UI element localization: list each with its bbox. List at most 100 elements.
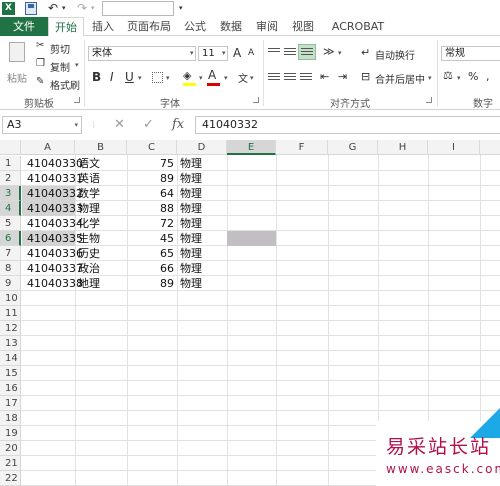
cell-c8[interactable]: 66 [127,261,174,276]
row-header-5[interactable]: 5 [0,216,21,231]
name-box[interactable]: A3 ▾ [2,116,82,134]
clipboard-launcher-icon[interactable] [74,97,80,103]
cell-a4[interactable]: 41040333 [27,201,83,216]
accounting-format-icon[interactable]: ⚖ [443,69,453,82]
phonetic-dropdown-icon[interactable]: ▾ [250,74,254,82]
cell-d7[interactable]: 物理 [180,246,225,261]
column-header-f[interactable]: F [276,140,328,155]
cell-d8[interactable]: 物理 [180,261,225,276]
column-header-d[interactable]: D [177,140,227,155]
cell-d1[interactable]: 物理 [180,156,225,171]
cell-c5[interactable]: 72 [127,216,174,231]
redo-icon[interactable]: ↷ [77,0,87,17]
cell-a8[interactable]: 41040337 [27,261,83,276]
bold-button[interactable]: B [92,70,101,84]
cell-c1[interactable]: 75 [127,156,174,171]
cell-b1[interactable]: 语文 [78,156,123,171]
cell-a9[interactable]: 41040338 [27,276,83,291]
font-launcher-icon[interactable] [253,97,259,103]
undo-icon[interactable]: ↶ [48,0,58,17]
row-header-13[interactable]: 13 [0,336,21,351]
align-left-icon[interactable] [268,73,280,82]
row-header-18[interactable]: 18 [0,411,21,426]
row-header-2[interactable]: 2 [0,171,21,186]
row-header-22[interactable]: 22 [0,471,21,486]
row-header-20[interactable]: 20 [0,441,21,456]
grow-font-button[interactable]: A [233,46,241,60]
column-header-c[interactable]: C [127,140,177,155]
cell-b8[interactable]: 政治 [78,261,123,276]
orientation-dropdown-icon[interactable]: ▾ [338,49,342,57]
formula-input[interactable]: 41040332 [195,116,500,134]
align-middle-icon[interactable] [284,48,296,57]
cell-b9[interactable]: 地理 [78,276,123,291]
row-header-12[interactable]: 12 [0,321,21,336]
tab-page-layout[interactable]: 页面布局 [124,17,174,36]
format-painter-button[interactable]: 格式刷 [50,77,80,92]
cell-c4[interactable]: 88 [127,201,174,216]
cell-d6[interactable]: 物理 [180,231,225,246]
column-header-b[interactable]: B [75,140,127,155]
wrap-text-button[interactable]: 自动换行 [375,47,415,62]
increase-indent-icon[interactable]: ⇥ [338,70,347,83]
shrink-font-button[interactable]: A [248,48,254,58]
row-header-3[interactable]: 3 [0,186,21,201]
align-right-icon[interactable] [300,73,312,82]
cell-c9[interactable]: 89 [127,276,174,291]
row-header-10[interactable]: 10 [0,291,21,306]
cell-c6[interactable]: 45 [127,231,174,246]
font-size-dropdown-icon[interactable]: ▾ [222,49,226,57]
tab-acrobat[interactable]: ACROBAT [328,17,388,36]
cell-b5[interactable]: 化学 [78,216,123,231]
align-center-icon[interactable] [284,73,296,82]
tab-home[interactable]: 开始 [48,17,84,37]
column-header-e[interactable]: E [227,140,276,155]
row-header-11[interactable]: 11 [0,306,21,321]
borders-dropdown-icon[interactable]: ▾ [166,74,170,82]
cell-b3[interactable]: 数学 [78,186,123,201]
italic-button[interactable]: I [110,70,114,84]
alignment-launcher-icon[interactable] [426,97,432,103]
orientation-icon[interactable]: ≫ [323,45,335,58]
cell-d4[interactable]: 物理 [180,201,225,216]
underline-dropdown-icon[interactable]: ▾ [138,74,142,82]
row-header-4[interactable]: 4 [0,201,21,216]
cell-b7[interactable]: 历史 [78,246,123,261]
underline-button[interactable]: U [125,70,134,84]
copy-dropdown-icon[interactable]: ▾ [75,61,79,69]
font-name-select[interactable]: 宋体 [88,46,196,61]
cell-a2[interactable]: 41040331 [27,171,83,186]
column-header-i[interactable]: I [428,140,480,155]
row-header-1[interactable]: 1 [0,156,21,171]
customize-qat-icon[interactable]: ▾ [179,0,183,17]
row-header-15[interactable]: 15 [0,366,21,381]
percent-button[interactable]: % [468,70,478,83]
merge-center-button[interactable]: 合并后居中 [375,71,425,86]
cell-c2[interactable]: 89 [127,171,174,186]
tab-insert[interactable]: 插入 [88,17,118,36]
name-box-dropdown-icon[interactable]: ▾ [74,117,78,133]
qat-input-box[interactable] [102,1,174,16]
align-bottom-icon[interactable] [298,44,316,60]
select-all-corner[interactable] [0,140,21,155]
row-header-6[interactable]: 6 [0,231,21,246]
paste-button[interactable]: 粘贴 [4,40,30,90]
copy-button[interactable]: 复制 [50,59,70,74]
font-color-dropdown-icon[interactable]: ▾ [224,74,228,82]
cell-b2[interactable]: 英语 [78,171,123,186]
align-top-icon[interactable] [268,48,280,57]
row-header-14[interactable]: 14 [0,351,21,366]
cell-c3[interactable]: 64 [127,186,174,201]
row-header-17[interactable]: 17 [0,396,21,411]
tab-formulas[interactable]: 公式 [180,17,210,36]
tab-data[interactable]: 数据 [216,17,246,36]
comma-style-icon[interactable]: , [486,70,490,83]
fill-color-icon[interactable]: ◈ [183,69,191,82]
row-header-9[interactable]: 9 [0,276,21,291]
cell-c7[interactable]: 65 [127,246,174,261]
cell-d5[interactable]: 物理 [180,216,225,231]
column-header-a[interactable]: A [21,140,75,155]
cell-a3[interactable]: 41040332 [27,186,83,201]
undo-dropdown-icon[interactable]: ▾ [62,0,66,17]
row-header-7[interactable]: 7 [0,246,21,261]
